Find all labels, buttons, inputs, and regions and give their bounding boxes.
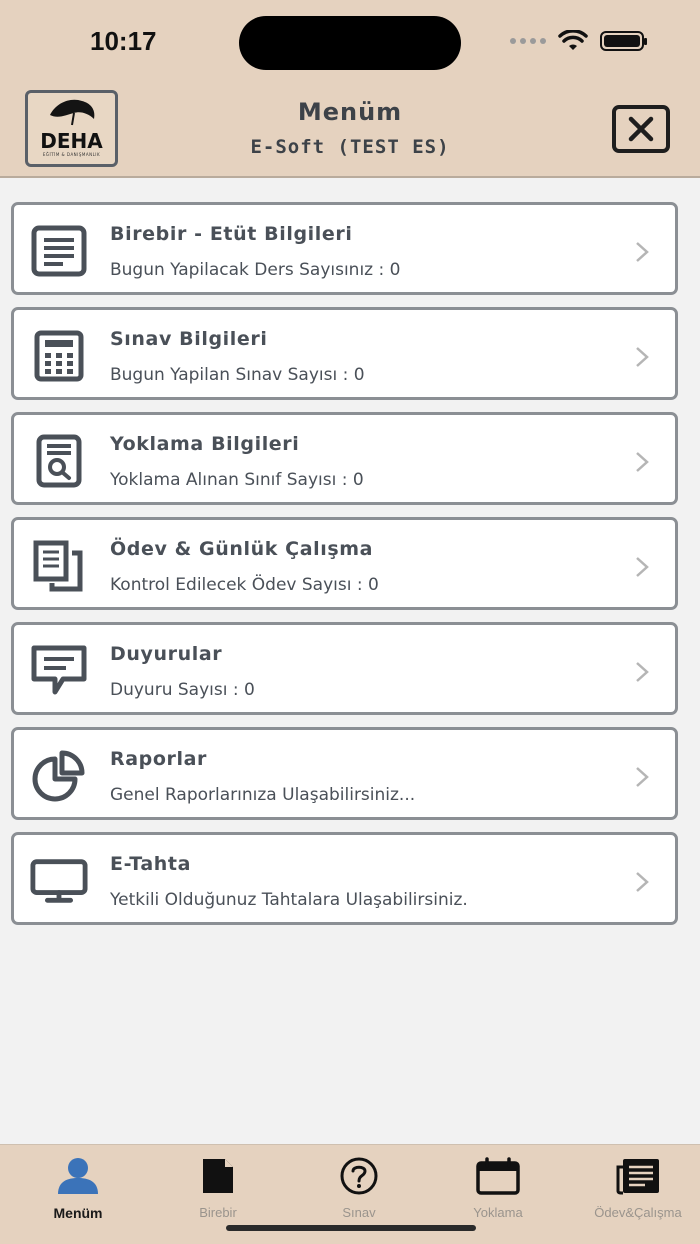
menu-item-title: E-Tahta bbox=[110, 853, 192, 875]
menu-item-title: Birebir - Etüt Bilgileri bbox=[110, 223, 353, 245]
question-icon bbox=[337, 1155, 381, 1197]
status-time: 10:17 bbox=[90, 26, 157, 56]
close-icon bbox=[628, 116, 654, 142]
copy-documents-icon bbox=[30, 538, 88, 594]
tab-menum[interactable]: Menüm bbox=[8, 1155, 148, 1225]
cellular-signal-icon bbox=[510, 38, 546, 44]
menu-item-title: Yoklama Bilgileri bbox=[110, 433, 300, 455]
status-bar: 10:17 bbox=[0, 0, 700, 86]
tab-label: Birebir bbox=[199, 1205, 237, 1220]
status-icons bbox=[510, 30, 647, 52]
menu-item-raporlar[interactable]: Raporlar Genel Raporlarınıza Ulaşabilirs… bbox=[11, 727, 678, 820]
menu-item-birebir-etut[interactable]: Birebir - Etüt Bilgileri Bugun Yapilacak… bbox=[11, 202, 678, 295]
menu-list: Birebir - Etüt Bilgileri Bugun Yapilacak… bbox=[11, 202, 678, 937]
chevron-right-icon bbox=[636, 872, 649, 892]
tab-label: Sınav bbox=[342, 1205, 376, 1220]
user-icon bbox=[56, 1155, 100, 1197]
tab-yoklama[interactable]: Yoklama bbox=[428, 1155, 568, 1225]
battery-icon bbox=[600, 31, 647, 51]
newspaper-icon bbox=[615, 1155, 661, 1197]
home-indicator bbox=[226, 1225, 476, 1231]
menu-item-odev[interactable]: Ödev & Günlük Çalışma Kontrol Edilecek Ö… bbox=[11, 517, 678, 610]
tab-label: Ödev&Çalışma bbox=[594, 1205, 682, 1220]
tab-birebir[interactable]: Birebir bbox=[148, 1155, 288, 1225]
menu-item-e-tahta[interactable]: E-Tahta Yetkili Olduğunuz Tahtalara Ulaş… bbox=[11, 832, 678, 925]
chevron-right-icon bbox=[636, 557, 649, 577]
menu-item-subtitle: Kontrol Edilecek Ödev Sayısı : 0 bbox=[110, 575, 379, 595]
message-icon bbox=[30, 643, 88, 699]
menu-item-subtitle: Yetkili Olduğunuz Tahtalara Ulaşabilirsi… bbox=[110, 890, 468, 910]
menu-item-subtitle: Bugun Yapilacak Ders Sayısınız : 0 bbox=[110, 260, 401, 280]
tab-odev-calisma[interactable]: Ödev&Çalışma bbox=[568, 1155, 700, 1225]
menu-item-subtitle: Duyuru Sayısı : 0 bbox=[110, 680, 255, 700]
calendar-icon bbox=[475, 1155, 521, 1197]
menu-item-title: Sınav Bilgileri bbox=[110, 328, 268, 350]
tab-label: Menüm bbox=[53, 1205, 103, 1221]
menu-item-subtitle: Bugun Yapilan Sınav Sayısı : 0 bbox=[110, 365, 365, 385]
page-subtitle: E-Soft (TEST ES) bbox=[250, 136, 450, 158]
tab-label: Yoklama bbox=[473, 1205, 523, 1220]
menu-item-subtitle: Genel Raporlarınıza Ulaşabilirsiniz... bbox=[110, 785, 416, 805]
menu-item-subtitle: Yoklama Alınan Sınıf Sayısı : 0 bbox=[110, 470, 364, 490]
menu-item-sinav[interactable]: Sınav Bilgileri Bugun Yapilan Sınav Sayı… bbox=[11, 307, 678, 400]
pie-chart-icon bbox=[30, 748, 88, 804]
chevron-right-icon bbox=[636, 662, 649, 682]
calculator-icon bbox=[30, 328, 88, 384]
menu-item-duyurular[interactable]: Duyurular Duyuru Sayısı : 0 bbox=[11, 622, 678, 715]
menu-item-title: Raporlar bbox=[110, 748, 207, 770]
menu-item-title: Ödev & Günlük Çalışma bbox=[110, 538, 374, 560]
document-lines-icon bbox=[30, 223, 88, 279]
app-header: DEHA EĞİTİM & DANIŞMANLIK Menüm E-Soft (… bbox=[0, 86, 700, 178]
tab-sinav[interactable]: Sınav bbox=[289, 1155, 429, 1225]
wifi-icon bbox=[558, 30, 588, 50]
monitor-icon bbox=[30, 853, 88, 909]
chevron-right-icon bbox=[636, 347, 649, 367]
page-title: Menüm bbox=[297, 98, 403, 126]
document-search-icon bbox=[30, 433, 88, 489]
chevron-right-icon bbox=[636, 242, 649, 262]
menu-item-yoklama[interactable]: Yoklama Bilgileri Yoklama Alınan Sınıf S… bbox=[11, 412, 678, 505]
menu-item-title: Duyurular bbox=[110, 643, 223, 665]
chevron-right-icon bbox=[636, 452, 649, 472]
chevron-right-icon bbox=[636, 767, 649, 787]
file-icon bbox=[201, 1155, 235, 1197]
close-button[interactable] bbox=[612, 105, 670, 153]
dynamic-island bbox=[239, 16, 461, 70]
